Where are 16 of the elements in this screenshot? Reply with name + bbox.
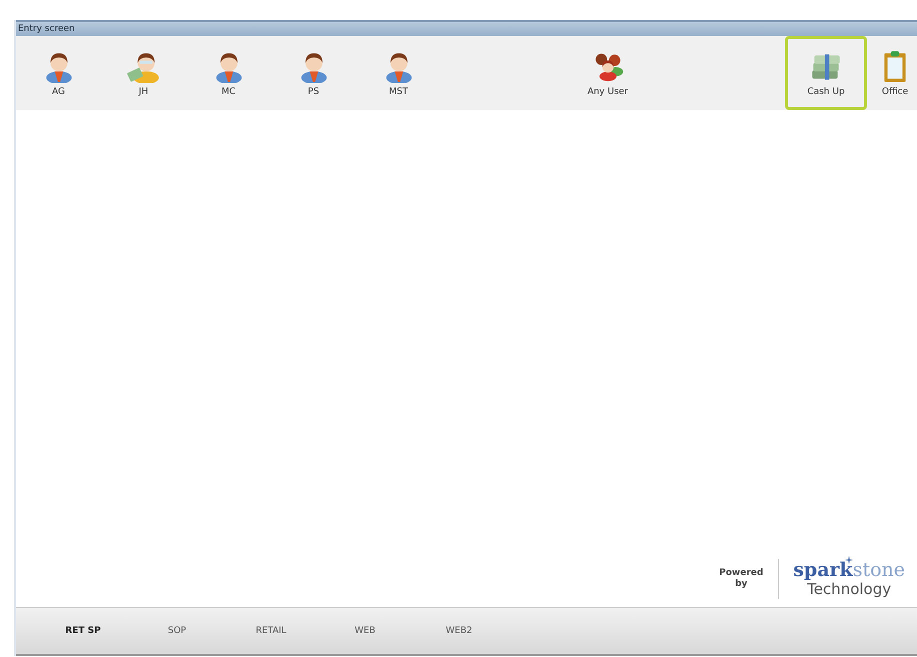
- tab[interactable]: RETAIL: [224, 620, 318, 642]
- user-button[interactable]: JH: [101, 36, 186, 110]
- tab[interactable]: WEB2: [412, 620, 506, 642]
- user-button[interactable]: AG: [16, 36, 101, 110]
- office-button[interactable]: Office: [871, 36, 917, 110]
- any-user-button[interactable]: Any User: [580, 36, 635, 110]
- user-button[interactable]: MST: [356, 36, 441, 110]
- brand-name: sparkstone: [793, 560, 905, 580]
- user-button[interactable]: PS: [271, 36, 356, 110]
- user-button[interactable]: MC: [186, 36, 271, 110]
- tab[interactable]: SOP: [130, 620, 224, 642]
- tab[interactable]: WEB: [318, 620, 412, 642]
- window-title: Entry screen: [16, 20, 917, 36]
- tab[interactable]: RET SP: [36, 620, 130, 642]
- brand-tagline: Technology: [807, 580, 892, 598]
- powered-by-text: Powered by: [718, 568, 764, 590]
